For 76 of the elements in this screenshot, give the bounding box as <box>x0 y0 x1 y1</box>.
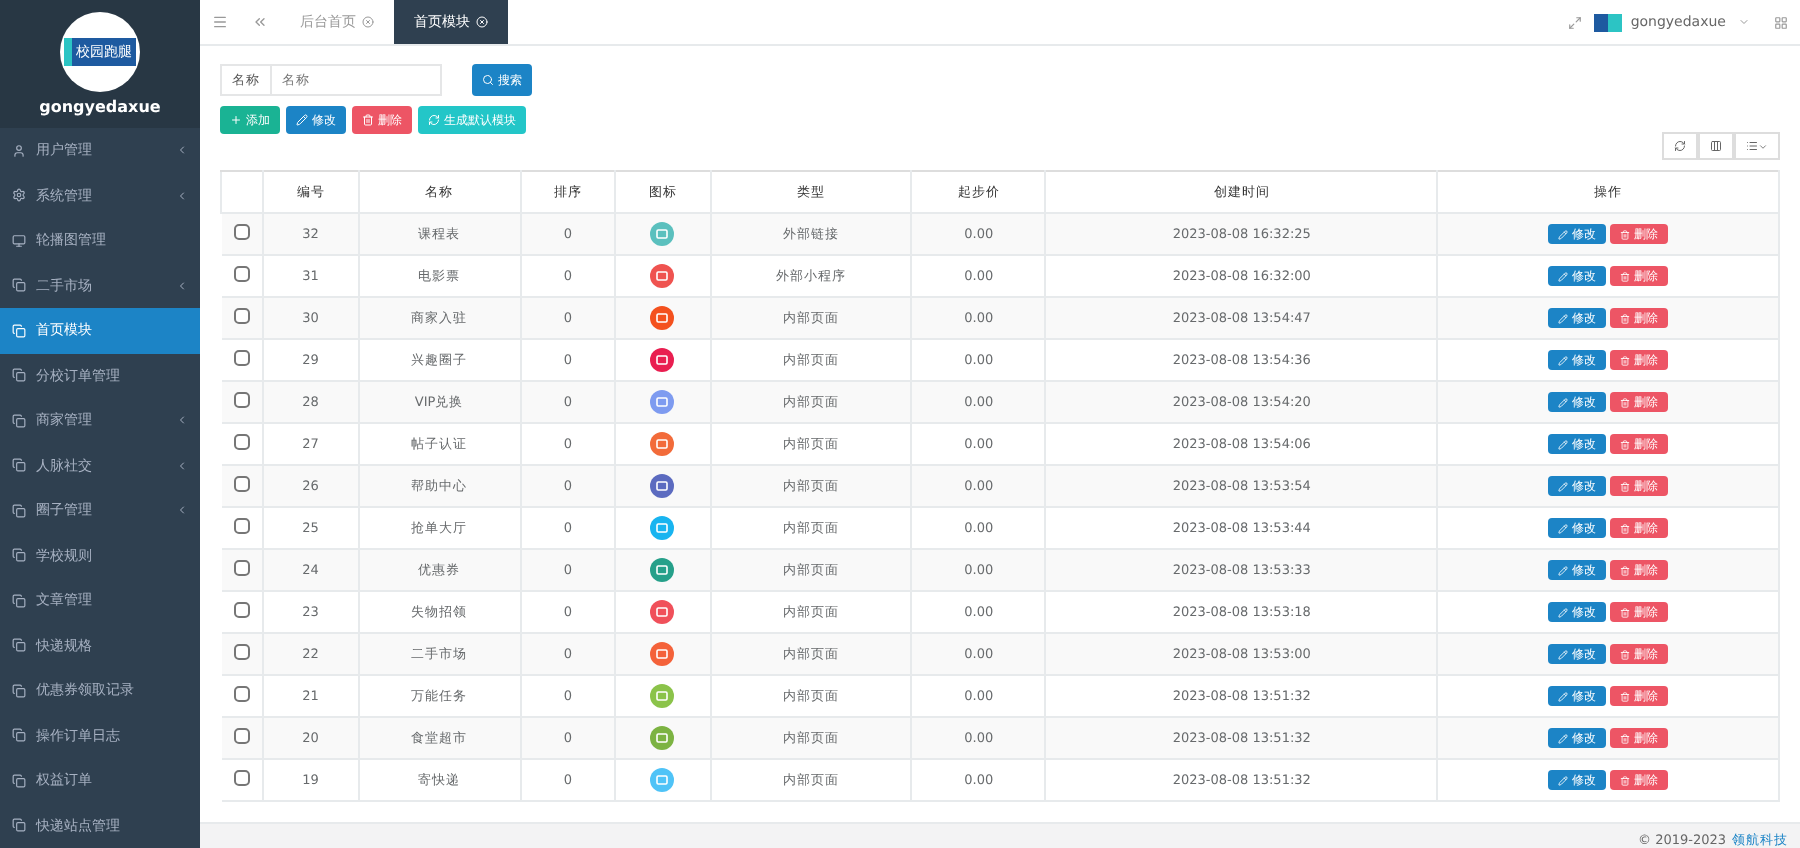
columns-button[interactable] <box>1698 132 1734 160</box>
copy-icon <box>12 278 26 293</box>
copy-icon <box>12 728 26 743</box>
username: gongyedaxue <box>39 98 161 116</box>
refresh-icon <box>428 114 440 126</box>
pencil-icon <box>1558 439 1569 449</box>
row-checkbox[interactable] <box>233 643 250 659</box>
pencil-icon <box>1558 607 1569 617</box>
copy-icon <box>12 773 26 788</box>
pencil-icon <box>1558 481 1569 491</box>
plus-icon <box>230 114 242 126</box>
copy-icon <box>12 683 26 698</box>
copy-icon <box>12 818 26 833</box>
search-icon <box>482 74 494 86</box>
gear-icon <box>12 188 26 203</box>
copy-icon <box>12 368 26 383</box>
trash-icon <box>1620 775 1631 785</box>
row-checkbox[interactable] <box>233 433 250 449</box>
trash-icon <box>1620 355 1631 365</box>
trash-icon <box>1620 607 1631 617</box>
pencil-icon <box>1558 229 1569 239</box>
refresh-button[interactable] <box>1662 132 1698 160</box>
trash-icon <box>362 114 374 126</box>
copy-icon <box>12 413 26 428</box>
trash-icon <box>1620 439 1631 449</box>
avatar-image <box>1594 13 1623 31</box>
trash-icon <box>1620 523 1631 533</box>
grid-icon[interactable] <box>1774 15 1788 29</box>
pencil-icon <box>1558 733 1569 743</box>
trash-icon <box>1620 481 1631 491</box>
row-checkbox[interactable] <box>233 601 250 617</box>
pencil-icon <box>1558 397 1569 407</box>
trash-icon <box>1620 271 1631 281</box>
row-checkbox[interactable] <box>233 265 250 281</box>
columns-icon <box>1710 140 1722 152</box>
caret-icon <box>1758 141 1768 151</box>
pencil-icon <box>296 114 308 126</box>
trash-icon <box>1620 313 1631 323</box>
pencil-icon <box>1558 775 1569 785</box>
monitor-icon <box>12 233 26 248</box>
row-checkbox[interactable] <box>233 769 250 785</box>
row-checkbox[interactable] <box>233 727 250 743</box>
copy-icon <box>12 638 26 653</box>
pencil-icon <box>1558 271 1569 281</box>
trash-icon <box>1620 691 1631 701</box>
trash-icon <box>1620 229 1631 239</box>
menu-icon[interactable] <box>212 14 228 30</box>
pencil-icon <box>1558 523 1569 533</box>
list-icon <box>1746 140 1758 152</box>
trash-icon <box>1620 733 1631 743</box>
trash-icon <box>1620 397 1631 407</box>
row-checkbox[interactable] <box>233 349 250 365</box>
refresh-icon <box>1674 140 1686 152</box>
caret-icon <box>1738 16 1750 28</box>
row-checkbox[interactable] <box>233 685 250 701</box>
row-checkbox[interactable] <box>233 223 250 239</box>
copy-icon <box>12 503 26 518</box>
copy-icon <box>12 458 26 473</box>
pencil-icon <box>1558 649 1569 659</box>
trash-icon <box>1620 565 1631 575</box>
copy-icon <box>12 593 26 608</box>
double-chevron-left-icon[interactable] <box>252 14 268 30</box>
row-checkbox[interactable] <box>233 391 250 407</box>
row-checkbox[interactable] <box>233 559 250 575</box>
user-icon <box>12 143 26 158</box>
pencil-icon <box>1558 313 1569 323</box>
pencil-icon <box>1558 355 1569 365</box>
copy-icon <box>12 323 26 338</box>
fullscreen-icon[interactable] <box>1568 15 1583 29</box>
row-checkbox[interactable] <box>233 517 250 533</box>
row-checkbox[interactable] <box>233 307 250 323</box>
copy-icon <box>12 548 26 563</box>
pencil-icon <box>1558 691 1569 701</box>
row-checkbox[interactable] <box>233 475 250 491</box>
trash-icon <box>1620 649 1631 659</box>
pencil-icon <box>1558 565 1569 575</box>
